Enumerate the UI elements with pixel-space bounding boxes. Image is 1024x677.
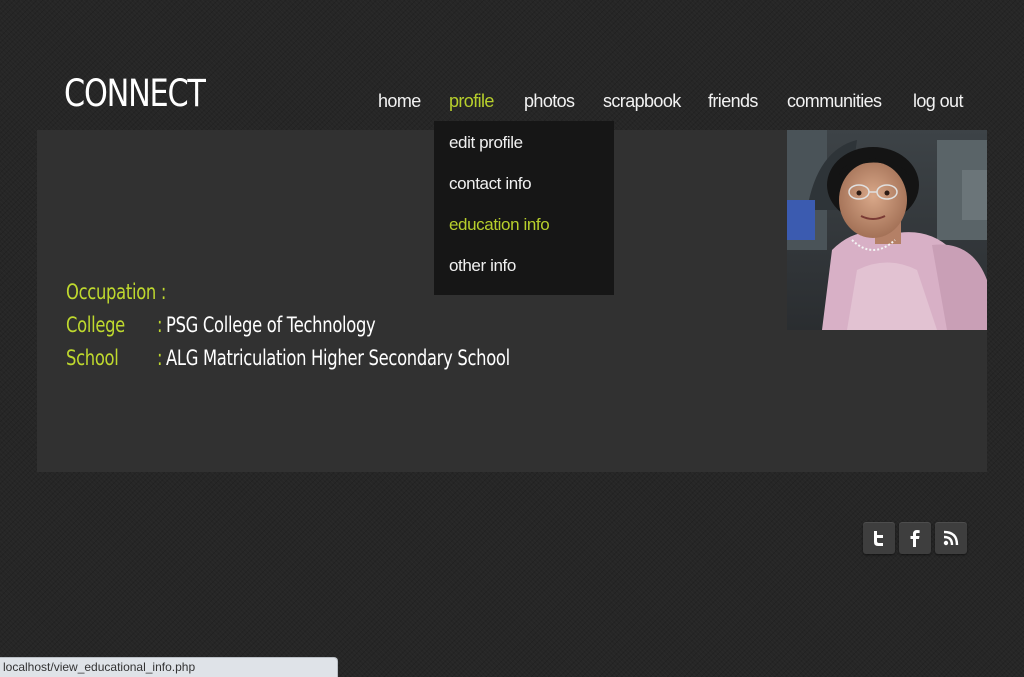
school-value: ALG Matriculation Higher Secondary Schoo… [166,346,510,370]
rss-button[interactable] [935,522,967,554]
nav-profile[interactable]: profile [449,91,494,112]
nav-scrapbook[interactable]: scrapbook [603,91,681,112]
main-nav: home profile photos scrapbook friends co… [0,91,1024,115]
browser-status-bar: localhost/view_educational_info.php [0,657,338,677]
college-value: PSG College of Technology [166,313,376,337]
profile-photo-image [787,130,987,330]
profile-photo [787,130,987,330]
menu-other-info[interactable]: other info [449,256,516,276]
menu-education-info[interactable]: education info [449,215,550,235]
college-label: College [66,313,125,337]
menu-contact-info[interactable]: contact info [449,174,532,194]
twitter-button[interactable] [863,522,895,554]
twitter-icon [874,531,883,546]
profile-dropdown-menu: edit profile contact info education info… [434,121,614,295]
nav-communities[interactable]: communities [787,91,882,112]
facebook-icon [910,530,920,547]
rss-icon [943,530,959,546]
menu-edit-profile[interactable]: edit profile [449,133,523,153]
nav-friends[interactable]: friends [708,91,758,112]
nav-home[interactable]: home [378,91,421,112]
facebook-button[interactable] [899,522,931,554]
college-colon: : [157,313,163,337]
occupation-label: Occupation : [66,280,167,304]
nav-logout[interactable]: log out [913,91,963,112]
school-label: School [66,346,119,370]
status-url: localhost/view_educational_info.php [3,660,196,674]
school-colon: : [157,346,163,370]
nav-photos[interactable]: photos [524,91,575,112]
